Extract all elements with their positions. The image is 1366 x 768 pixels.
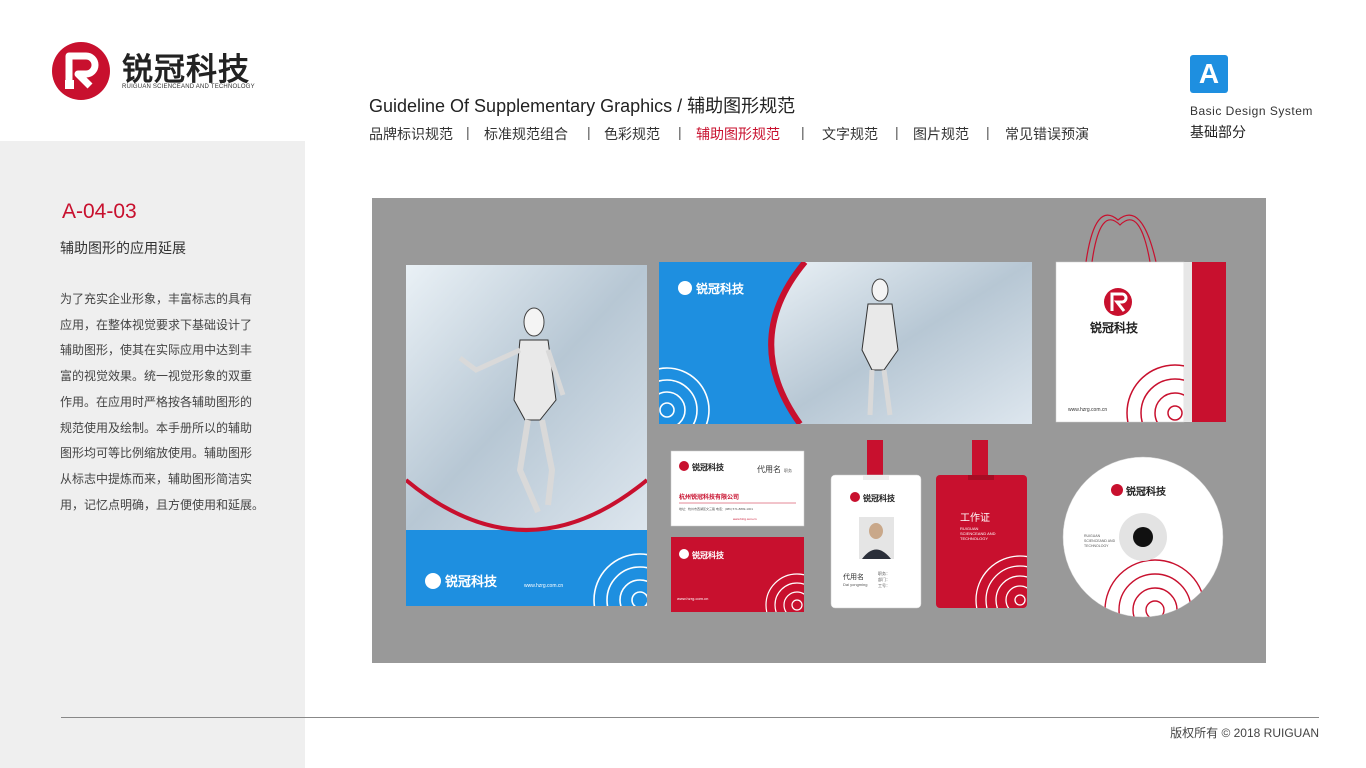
work-card-sub: TECHNOLOGY — [960, 536, 988, 541]
page-code: A-04-03 — [62, 200, 137, 223]
card-company: 杭州锐冠科技有限公司 — [679, 493, 739, 501]
description-line: 富的视觉效果。统一视觉形象的双重 — [60, 369, 253, 384]
guide-title: Guideline Of Supplementary Graphics / 辅助… — [369, 96, 796, 116]
nav-item-brand-logo[interactable]: 品牌标识规范 — [369, 124, 453, 144]
folder-website: www.hzrg.com.cn — [524, 583, 563, 589]
description: 为了充实企业形象，丰富标志的具有 应用，在整体视觉要求下基础设计了 辅助图形，使… — [60, 287, 265, 518]
brand-logo-mark-icon — [52, 42, 110, 100]
nav-item-typography[interactable]: 文字规范 — [822, 124, 878, 144]
card-back-website: www.hzrg.com.cn — [677, 596, 708, 601]
nav-separator: | — [678, 124, 682, 140]
nav-separator: | — [587, 124, 591, 140]
envelope-brand-name: 锐冠科技 — [696, 281, 745, 296]
envelope-mockup: 锐冠科技 — [659, 262, 1032, 424]
description-line: 规范使用及绘制。本手册所以的辅助 — [60, 420, 253, 435]
nav-separator: | — [986, 124, 990, 140]
nav-item-supplementary-graphics[interactable]: 辅助图形规范 — [696, 124, 780, 144]
card-back-brand-name: 锐冠科技 — [692, 550, 725, 560]
system-badge: A — [1190, 55, 1228, 93]
nav-separator: | — [466, 124, 470, 140]
folder-mockup: 锐冠科技 www.hzrg.com.cn — [406, 265, 647, 606]
nav-separator: | — [801, 124, 805, 140]
brand-name-en: RUIGUAN SCIENCEAND AND TECHNOLOGY — [122, 84, 255, 90]
id-badge-white: 锐冠科技 代用名 Dai yongming 职务： 部门： 工号： — [830, 440, 922, 609]
cd-text: RUIGUAN — [1084, 534, 1101, 538]
bag-website: www.hzrg.com.cn — [1068, 407, 1107, 413]
cd-text: SCIENCEAND AND — [1084, 539, 1116, 543]
business-card-front: 锐冠科技 代用名 职务 杭州锐冠科技有限公司 地址：杭州市西湖区文三路 电话：(… — [670, 450, 805, 527]
bag-brand-name: 锐冠科技 — [1090, 320, 1139, 335]
system-label-en: Basic Design System — [1190, 104, 1313, 118]
description-line: 为了充实企业形象，丰富标志的具有 — [60, 292, 253, 306]
brand-logo: 锐冠科技 RUIGUAN SCIENCEAND AND TECHNOLOGY — [50, 40, 270, 102]
nav-item-images[interactable]: 图片规范 — [913, 124, 969, 144]
badge-brand-name: 锐冠科技 — [863, 493, 896, 503]
folder-brand-name: 锐冠科技 — [445, 574, 498, 589]
badge-person-name-en: Dai yongming — [843, 582, 867, 587]
footer-divider — [61, 717, 1319, 718]
nav-separator: | — [895, 124, 899, 140]
description-line: 用，记忆点明确，且方便使用和延展。 — [60, 497, 265, 512]
badge-person-name: 代用名 — [843, 572, 864, 581]
cd-mockup: 锐冠科技 RUIGUAN SCIENCEAND AND TECHNOLOGY — [1062, 456, 1224, 618]
card-address: 地址：杭州市西湖区文三路 电话：(086) 571-8899-1001 — [679, 506, 753, 511]
brand-name: 锐冠科技 — [122, 52, 250, 87]
mockup-panel: 锐冠科技 www.hzrg.com.cn 锐冠科技 锐冠科技 代用名 职务 杭州… — [372, 198, 1266, 663]
nav-item-color[interactable]: 色彩规范 — [604, 124, 660, 144]
copyright: 版权所有 © 2018 RUIGUAN — [1170, 726, 1319, 740]
card-person-name: 代用名 — [757, 464, 781, 474]
card-person-title: 职务 — [784, 467, 792, 473]
nav-item-standard-combo[interactable]: 标准规范组合 — [484, 124, 568, 144]
badge-field-title: 职务： — [878, 570, 890, 576]
business-card-back: 锐冠科技 www.hzrg.com.cn — [671, 537, 804, 612]
card-website: www.hzrg.com.cn — [733, 517, 757, 521]
mockup-illustration: 锐冠科技 www.hzrg.com.cn 锐冠科技 锐冠科技 代用名 职务 杭州… — [406, 214, 1226, 618]
shopping-bag-mockup: 锐冠科技 www.hzrg.com.cn — [1055, 214, 1226, 423]
badge-field-dept: 部门： — [878, 576, 890, 582]
nav-item-common-errors[interactable]: 常见错误预演 — [1005, 124, 1089, 144]
folder-logo: 锐冠科技 — [425, 573, 498, 589]
cd-text: TECHNOLOGY — [1084, 544, 1109, 548]
work-card-red: 工作证 RUIGUAN SCIENCEAND AND TECHNOLOGY — [936, 440, 1027, 608]
description-line: 应用，在整体视觉要求下基础设计了 — [60, 317, 253, 332]
card-brand-name: 锐冠科技 — [692, 462, 725, 472]
description-line: 图形均可等比例缩放使用。辅助图形 — [60, 446, 253, 461]
badge-field-id: 工号： — [878, 582, 890, 588]
page-subtitle: 辅助图形的应用延展 — [60, 240, 186, 256]
description-line: 辅助图形，使其在实际应用中达到丰 — [60, 343, 253, 358]
description-line: 从标志中提炼而来，辅助图形简洁实 — [60, 471, 253, 486]
system-label-cn: 基础部分 — [1190, 124, 1246, 140]
description-line: 作用。在应用时严格按各辅助图形的 — [60, 394, 253, 409]
cd-brand-name: 锐冠科技 — [1126, 485, 1167, 498]
work-card-title: 工作证 — [960, 512, 990, 524]
